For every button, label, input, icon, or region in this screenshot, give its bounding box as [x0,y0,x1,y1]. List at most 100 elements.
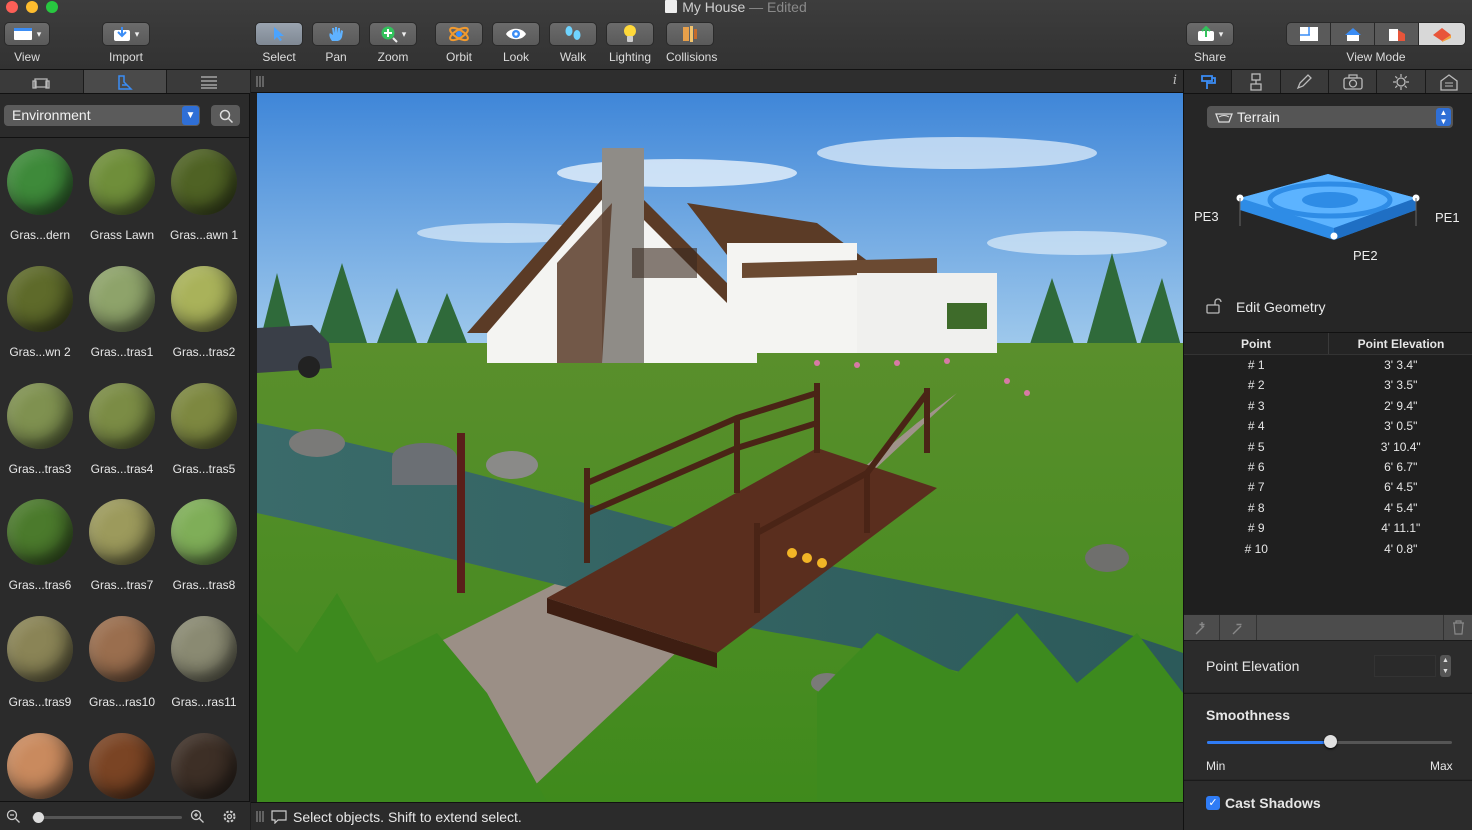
cast-shadows-checkbox[interactable]: ✓ [1206,796,1220,810]
table-row[interactable]: # 3 2' 9.4" [1184,396,1472,416]
material-name: Gras...tras8 [172,578,236,592]
material-tile[interactable]: Gras...tras9 [0,616,81,709]
panel-handle-icon[interactable] [255,811,265,822]
sun-icon [1392,73,1409,90]
tab-terrain[interactable] [1184,70,1233,93]
column-header-point[interactable]: Point [1184,333,1329,354]
material-tile[interactable] [81,733,163,801]
walk-toolbar-item[interactable]: Walk [549,22,597,64]
material-tile[interactable] [163,733,245,801]
pan-button[interactable] [312,22,360,46]
zoom-out-icon[interactable] [6,809,21,824]
thumbnail-size-slider[interactable] [32,816,182,819]
select-button[interactable] [255,22,303,46]
thumbnail-size-knob[interactable] [32,812,44,823]
material-tile[interactable]: Gras...tras6 [0,499,81,592]
table-row[interactable]: # 9 4' 11.1" [1184,518,1472,538]
view-mode-2d-plan[interactable] [1287,23,1331,45]
zoom-button[interactable]: ▾ [369,22,417,46]
pan-toolbar-item[interactable]: Pan [312,22,360,64]
table-row[interactable]: # 7 6' 4.5" [1184,477,1472,497]
table-row[interactable]: # 6 6' 6.7" [1184,457,1472,477]
point-id-cell: # 9 [1247,521,1265,536]
remove-point-button[interactable] [1221,615,1257,640]
smoothness-slider-knob[interactable] [1323,735,1337,748]
collisions-button[interactable] [666,22,714,46]
edit-geometry-button[interactable]: Edit Geometry [1236,299,1325,315]
zoom-toolbar-item[interactable]: ▾ Zoom [369,22,417,64]
share-toolbar-item[interactable]: ▾ Share [1186,22,1234,64]
table-row[interactable]: # 2 3' 3.5" [1184,375,1472,395]
gear-icon[interactable] [221,808,238,825]
smoothness-max-label: Max [1430,759,1453,773]
tab-building[interactable] [1426,70,1472,93]
walk-button[interactable] [549,22,597,46]
look-button[interactable] [492,22,540,46]
orbit-toolbar-item[interactable]: Orbit [435,22,483,64]
material-swatch [7,266,73,332]
tab-furniture[interactable] [0,70,84,93]
tab-edit[interactable] [1281,70,1329,93]
point-id-cell: # 8 [1247,500,1265,515]
view-toolbar-item[interactable]: ▾ View [4,22,50,64]
view-mode-3d[interactable] [1419,23,1465,45]
material-tile[interactable]: Gras...tras4 [81,383,163,476]
view-button[interactable]: ▾ [4,22,50,46]
tab-light[interactable] [1377,70,1426,93]
material-tile[interactable]: Gras...tras7 [81,499,163,592]
material-tile[interactable] [0,733,81,801]
3d-viewport[interactable] [257,93,1183,802]
info-icon[interactable]: i [1173,73,1177,88]
table-row[interactable]: # 4 3' 0.5" [1184,416,1472,436]
material-tile[interactable]: Gras...ras10 [81,616,163,709]
point-elevation-cell: 6' 4.5" [1384,480,1418,495]
table-row[interactable]: # 8 4' 5.4" [1184,498,1472,518]
category-select[interactable]: Environment ▼ [4,105,200,126]
lighting-button[interactable] [606,22,654,46]
material-name: Gras...wn 2 [9,345,71,359]
unlocked-padlock-icon[interactable] [1206,297,1222,315]
material-tile[interactable]: Gras...awn 1 [163,149,245,242]
import-button[interactable]: ▾ [102,22,150,46]
library-search-button[interactable] [211,105,240,126]
terrain-type-select[interactable]: Terrain ▲ ▼ [1207,106,1453,128]
table-row[interactable]: # 1 3' 3.4" [1184,355,1472,375]
collisions-toolbar-item[interactable]: Collisions [666,22,717,64]
tab-camera[interactable] [1329,70,1378,93]
point-elevation-cell: 3' 10.4" [1380,439,1421,454]
material-tile[interactable]: Gras...tras1 [81,266,163,359]
table-row[interactable]: # 10 4' 0.8" [1184,539,1472,559]
lighting-toolbar-item[interactable]: Lighting [606,22,654,64]
point-elevation-stepper[interactable]: ▲ ▼ [1440,655,1451,677]
import-toolbar-item[interactable]: ▾ Import [102,22,150,64]
material-tile[interactable]: Gras...dern [0,149,81,242]
cast-shadows-label[interactable]: Cast Shadows [1225,795,1321,811]
material-tile[interactable]: Gras...tras5 [163,383,245,476]
orbit-button[interactable] [435,22,483,46]
tab-list[interactable] [167,70,250,93]
tab-paint[interactable] [1232,70,1281,93]
column-header-point-elevation[interactable]: Point Elevation [1329,333,1472,354]
panel-handle-icon[interactable] [255,76,265,87]
view-mode-3d-cutaway[interactable] [1375,23,1419,45]
view-mode-split[interactable] [1331,23,1375,45]
tab-materials[interactable] [83,70,168,93]
zoom-in-icon[interactable] [190,809,205,824]
look-toolbar-item[interactable]: Look [492,22,540,64]
material-name: Gras...tras2 [172,345,236,359]
add-point-button[interactable] [1184,615,1220,640]
material-tile[interactable]: Gras...tras3 [0,383,81,476]
material-tile[interactable]: Gras...ras11 [163,616,245,709]
point-elevation-field[interactable] [1374,655,1436,677]
point-id-cell: # 4 [1247,419,1265,434]
material-tile[interactable]: Gras...tras8 [163,499,245,592]
material-tile[interactable]: Grass Lawn [81,149,163,242]
material-tile[interactable]: Gras...tras2 [163,266,245,359]
material-tile[interactable]: Gras...wn 2 [0,266,81,359]
points-toolbar [1184,614,1472,640]
share-button[interactable]: ▾ [1186,22,1234,46]
table-row[interactable]: # 5 3' 10.4" [1184,437,1472,457]
select-toolbar-item[interactable]: Select [255,22,303,64]
select-label: Select [262,50,296,64]
delete-point-button[interactable] [1443,615,1472,640]
